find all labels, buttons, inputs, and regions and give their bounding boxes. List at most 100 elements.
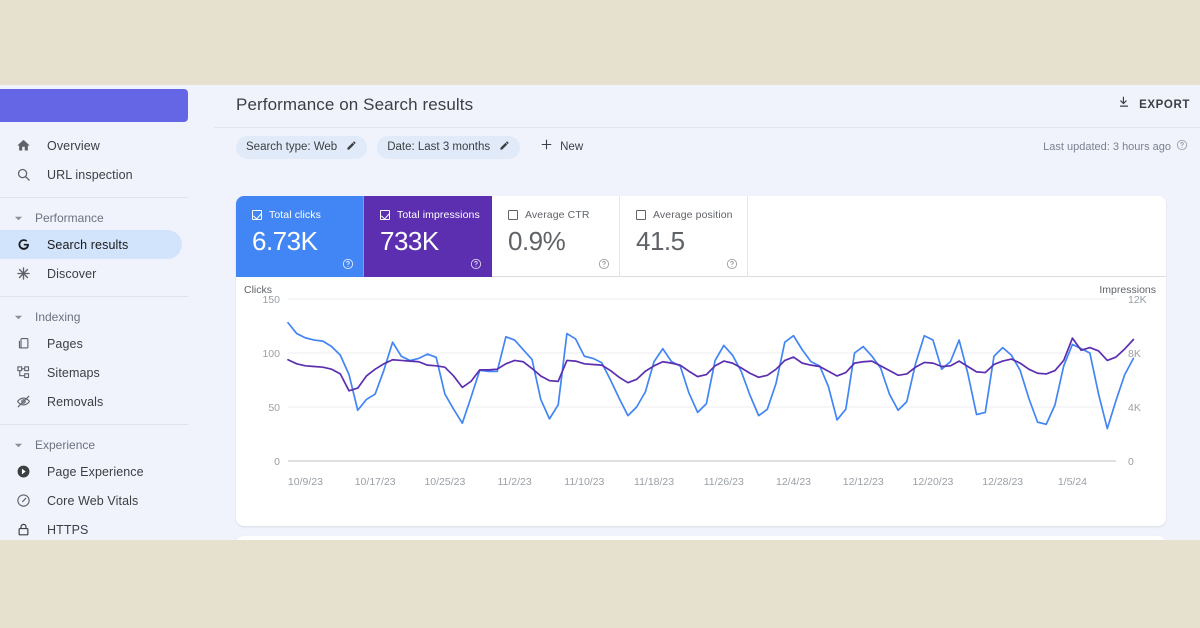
metric-label: Average CTR <box>525 209 590 221</box>
metric-header: Average position <box>636 209 733 221</box>
chart-y-right-tick: 12K <box>1128 294 1147 306</box>
chart-x-tick: 12/20/23 <box>913 476 954 488</box>
help-circle-icon[interactable] <box>598 257 610 270</box>
sidebar-nav: Overview URL inspection Performance Sear… <box>0 131 200 540</box>
metric-card-total-impressions[interactable]: Total impressions 733K <box>364 196 492 277</box>
page-title: Performance on Search results <box>236 95 474 114</box>
sidebar-group-label: Performance <box>35 211 104 225</box>
chevron-down-icon <box>12 313 24 322</box>
metric-header: Total clicks <box>252 209 349 221</box>
sidebar-group-label: Indexing <box>35 310 81 324</box>
filter-bar: Search type: Web Date: Last 3 months New… <box>200 127 1200 167</box>
metric-card-average-position[interactable]: Average position 41.5 <box>620 196 748 277</box>
sidebar-item-pages[interactable]: Pages <box>0 329 182 358</box>
page-header: Performance on Search results EXPORT <box>200 85 1200 128</box>
sidebar-item-label: Discover <box>47 266 97 281</box>
sidebar-item-url-inspection[interactable]: URL inspection <box>0 160 182 189</box>
chart-x-tick: 11/18/23 <box>634 476 674 488</box>
chart-y-left-tick: 0 <box>274 456 280 468</box>
metric-label: Total clicks <box>269 209 321 221</box>
chart-x-tick: 10/17/23 <box>355 476 396 488</box>
sidebar-item-sitemaps[interactable]: Sitemaps <box>0 358 182 387</box>
metric-card-total-clicks[interactable]: Total clicks 6.73K <box>236 196 364 277</box>
property-selector-bar[interactable] <box>0 89 188 122</box>
metric-header: Total impressions <box>380 209 480 221</box>
chart-x-tick: 12/4/23 <box>776 476 811 488</box>
sidebar-group-performance[interactable]: Performance <box>0 206 200 230</box>
sidebar-item-label: Removals <box>47 394 104 409</box>
sidebar-divider <box>0 197 188 198</box>
sidebar-item-discover[interactable]: Discover <box>0 259 182 288</box>
eye-off-icon <box>12 392 34 412</box>
sidebar: Overview URL inspection Performance Sear… <box>0 85 200 540</box>
sidebar-group-indexing[interactable]: Indexing <box>0 305 200 329</box>
metric-card-average-ctr[interactable]: Average CTR 0.9% <box>492 196 620 277</box>
sidebar-item-overview[interactable]: Overview <box>0 131 182 160</box>
chart-x-tick: 12/28/23 <box>982 476 1023 488</box>
metric-value: 6.73K <box>252 226 318 256</box>
checkbox-checked-icon[interactable] <box>380 210 390 220</box>
filter-chip-label: Search type: Web <box>246 141 338 153</box>
sidebar-item-label: Pages <box>47 336 83 351</box>
filter-chip-date[interactable]: Date: Last 3 months <box>377 135 521 159</box>
sidebar-item-removals[interactable]: Removals <box>0 387 182 416</box>
chart-y-right-tick: 8K <box>1128 348 1141 360</box>
pencil-icon <box>346 140 357 154</box>
checkbox-checked-icon[interactable] <box>252 210 262 220</box>
chart-y-left-tick: 50 <box>268 402 280 414</box>
chart-y-left-tick: 150 <box>262 294 280 306</box>
sidebar-item-core-web-vitals[interactable]: Core Web Vitals <box>0 486 182 515</box>
chevron-down-icon <box>12 214 24 223</box>
help-circle-icon[interactable] <box>342 257 354 270</box>
help-circle-icon[interactable] <box>726 257 738 270</box>
speedometer-icon <box>12 491 34 511</box>
sidebar-divider <box>0 296 188 297</box>
new-filter-button[interactable]: New <box>534 136 589 159</box>
search-console-app: Overview URL inspection Performance Sear… <box>0 85 1200 540</box>
pages-icon <box>12 334 34 354</box>
chart-y-left-tick: 100 <box>262 348 280 360</box>
metric-label: Total impressions <box>397 209 480 221</box>
help-circle-icon[interactable] <box>1176 139 1188 154</box>
sidebar-item-https[interactable]: HTTPS <box>0 515 182 540</box>
search-icon <box>12 165 34 185</box>
filter-chip-search-type[interactable]: Search type: Web <box>236 135 368 159</box>
page-experience-icon <box>12 462 34 482</box>
home-icon <box>12 136 34 156</box>
chart-x-tick: 1/5/24 <box>1058 476 1087 488</box>
chart-x-tick: 12/12/23 <box>843 476 884 488</box>
pencil-icon <box>499 140 510 154</box>
sidebar-group-experience[interactable]: Experience <box>0 433 200 457</box>
metric-value: 733K <box>380 226 439 256</box>
sparkle-icon <box>12 264 34 284</box>
checkbox-unchecked-icon[interactable] <box>636 210 646 220</box>
sidebar-item-label: Sitemaps <box>47 365 100 380</box>
screenshot-root: Overview URL inspection Performance Sear… <box>0 0 1200 628</box>
chevron-down-icon <box>12 441 24 450</box>
chart-series-clicks <box>287 321 1135 430</box>
sidebar-item-page-experience[interactable]: Page Experience <box>0 457 182 486</box>
chart-x-tick: 11/2/23 <box>497 476 531 488</box>
sidebar-item-search-results[interactable]: Search results <box>0 230 182 259</box>
chart-x-tick: 10/9/23 <box>288 476 323 488</box>
chart-x-tick: 10/25/23 <box>424 476 465 488</box>
help-circle-icon[interactable] <box>470 257 482 270</box>
lock-icon <box>12 520 34 540</box>
chart-canvas: 0 50 100 150 0 4K 8K 12K 10/9/23 10/17/23 10/25/23… <box>262 294 1147 488</box>
chart-x-tick: 11/10/23 <box>564 476 604 488</box>
sitemap-icon <box>12 363 34 383</box>
sidebar-item-label: Page Experience <box>47 464 144 479</box>
secondary-panel <box>236 536 1166 540</box>
new-filter-label: New <box>560 141 584 153</box>
sidebar-item-label: Core Web Vitals <box>47 493 139 508</box>
download-icon <box>1117 95 1131 114</box>
sidebar-item-label: URL inspection <box>47 167 133 182</box>
performance-panel: Total clicks 6.73K Total impressions 733… <box>236 196 1166 526</box>
metrics-row: Total clicks 6.73K Total impressions 733… <box>236 196 1166 277</box>
last-updated-label: Last updated: 3 hours ago <box>1043 140 1171 153</box>
performance-chart: Clicks Impressions 0 50 100 150 0 4K 8K 12K 10/9… <box>236 277 1166 526</box>
export-button[interactable]: EXPORT <box>1117 95 1190 114</box>
filter-chip-label: Date: Last 3 months <box>387 141 491 153</box>
checkbox-unchecked-icon[interactable] <box>508 210 518 220</box>
export-label: EXPORT <box>1139 98 1190 111</box>
